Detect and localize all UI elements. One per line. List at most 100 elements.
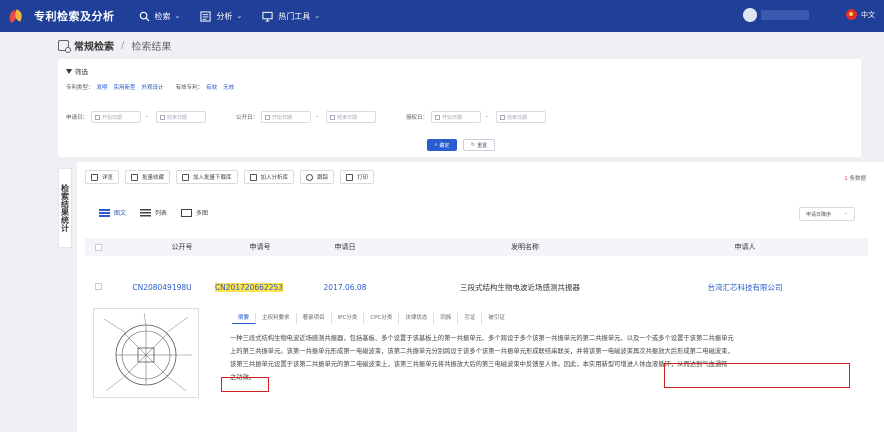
- refresh-icon: ↻: [470, 142, 476, 148]
- patent-drawing-icon: [103, 312, 192, 392]
- view-switcher: 图文 列表 多图: [99, 208, 222, 217]
- sort-select[interactable]: 申请日降序 ⌄: [799, 207, 855, 221]
- logo-icon: [7, 8, 24, 24]
- col-applicant: 申请人: [734, 243, 756, 251]
- pub-date-label: 公开日：: [236, 115, 259, 121]
- add-download-button[interactable]: 加入批量下载库: [176, 170, 238, 184]
- top-bar: 专利检索及分析 检索 ⌄ 分析 ⌄ 热门工具 ⌄ 中文: [0, 0, 884, 32]
- pub-date-start[interactable]: 开始日期: [261, 111, 312, 123]
- valid-no[interactable]: 无效: [223, 83, 234, 91]
- chevron-down-icon: ⌄: [314, 12, 321, 20]
- avatar: [743, 8, 757, 22]
- apply-date-end[interactable]: 结束日期: [156, 111, 207, 123]
- filter-date-row: 申请日： 开始日期 - 结束日期 公开日： 开始日期 - 结束日期 授权日： 开…: [66, 111, 547, 123]
- print-icon: [346, 173, 354, 181]
- abstract-line-2: 上的第三共振单元。该第一共振单元形成第一电磁波束，该第二共振单元分别跨设于该多个…: [230, 348, 734, 355]
- row-pub-no[interactable]: CN208049198U: [127, 283, 197, 292]
- calendar-icon: [500, 114, 506, 120]
- view-list[interactable]: 列表: [140, 208, 167, 217]
- filter-type-row: 专利类型： 发明 实用新型 外观设计 有效专利： 有效 无效: [66, 83, 234, 91]
- abstract-line-1: 一种三段式结构生物电波近场感测共振器，包括基板、多个设置于该基板上的第一共振单元…: [230, 335, 734, 342]
- document-icon: [91, 173, 98, 181]
- sort-label: 申请日降序: [806, 211, 832, 218]
- view-graphic[interactable]: 图文: [99, 208, 126, 217]
- annotation-box: [221, 377, 269, 392]
- search-icon: ⌕: [434, 142, 438, 148]
- row-title[interactable]: 三段式结构生物电波近场感测共振器: [430, 282, 610, 293]
- detail-view-button[interactable]: 详览: [85, 170, 120, 184]
- print-label: 打印: [357, 175, 369, 181]
- row-applicant[interactable]: 台湾汇芯科技有限公司: [690, 282, 800, 293]
- tab-main-claim[interactable]: 主权利要求: [256, 313, 297, 324]
- col-app-no: 申请号: [249, 243, 271, 251]
- pub-date-end[interactable]: 结束日期: [326, 111, 377, 123]
- list-icon: [140, 208, 152, 217]
- row-app-no[interactable]: CN201720662253: [214, 282, 284, 292]
- filter-icon: [66, 68, 72, 74]
- nav-tools-label: 热门工具: [278, 11, 311, 21]
- nav-search-label: 检索: [154, 11, 171, 21]
- pub-date-end-ph: 结束日期: [337, 114, 358, 121]
- grant-date-start[interactable]: 开始日期: [431, 111, 482, 123]
- tab-cited-by[interactable]: 被引证: [482, 313, 511, 324]
- tab-cpc[interactable]: CPC分类: [364, 313, 400, 324]
- grant-date-label: 授权日：: [406, 115, 429, 121]
- language-label: 中文: [861, 10, 875, 19]
- col-title: 发明名称: [511, 243, 539, 251]
- bookmark-icon: [131, 173, 139, 181]
- valid-label: 有效专利：: [175, 85, 204, 91]
- tab-ipc[interactable]: IPC分类: [332, 313, 365, 324]
- date-dash: -: [486, 114, 489, 120]
- monitor-icon: [262, 11, 273, 22]
- grant-date-end[interactable]: 结束日期: [496, 111, 547, 123]
- nav-search[interactable]: 检索 ⌄: [139, 11, 180, 22]
- calendar-icon: [95, 114, 101, 120]
- tab-abstract[interactable]: 摘要: [232, 313, 257, 324]
- select-all-checkbox[interactable]: [95, 243, 102, 251]
- type-invention[interactable]: 发明: [97, 83, 108, 91]
- col-pub-no: 公开号: [171, 243, 193, 251]
- breadcrumb-root[interactable]: 常规检索: [74, 38, 114, 53]
- view-graphic-label: 图文: [114, 210, 127, 217]
- tab-legal-status[interactable]: 法律状态: [399, 313, 435, 324]
- download-icon: [182, 173, 190, 181]
- add-analysis-button[interactable]: 加入分析库: [243, 170, 295, 184]
- type-design[interactable]: 外观设计: [142, 83, 164, 91]
- date-dash: -: [316, 114, 319, 120]
- add-analysis-label: 加入分析库: [260, 175, 289, 181]
- breadcrumb: 常规检索 / 检索结果: [58, 38, 171, 53]
- calendar-icon: [435, 114, 441, 120]
- apply-date-start-ph: 开始日期: [102, 114, 123, 121]
- patent-drawing-thumbnail[interactable]: [93, 308, 199, 398]
- apply-date-start[interactable]: 开始日期: [91, 111, 142, 123]
- grid-icon: [99, 208, 110, 217]
- confirm-button[interactable]: ⌕ 确定: [427, 139, 457, 151]
- chevron-down-icon: ⌄: [843, 210, 848, 216]
- nav-analysis[interactable]: 分析 ⌄: [200, 10, 242, 22]
- tab-bibliographic[interactable]: 著录项目: [297, 313, 332, 324]
- view-multi-image[interactable]: 多图: [181, 208, 208, 217]
- batch-favorite-label: 批量收藏: [142, 175, 165, 181]
- result-count-suffix: 条数据: [849, 176, 866, 182]
- batch-favorite-button[interactable]: 批量收藏: [125, 170, 171, 184]
- row-checkbox[interactable]: [95, 283, 102, 290]
- search-icon: [139, 11, 150, 22]
- result-count: 1 条数据: [844, 174, 866, 182]
- print-button[interactable]: 打印: [340, 170, 375, 184]
- result-stats-tab[interactable]: 检索结果统计: [58, 168, 72, 248]
- search-box-icon: [58, 39, 71, 53]
- user-menu[interactable]: [743, 8, 809, 22]
- add-download-label: 加入批量下载库: [193, 175, 232, 181]
- type-utility[interactable]: 实用新型: [114, 83, 136, 91]
- tab-family[interactable]: 同族: [434, 313, 459, 324]
- track-button[interactable]: 跟踪: [300, 170, 335, 184]
- reset-button[interactable]: ↻ 重置: [463, 139, 495, 151]
- tab-citations[interactable]: 引证: [458, 313, 483, 324]
- valid-yes[interactable]: 有效: [206, 83, 217, 91]
- analysis-icon: [249, 173, 257, 181]
- language-switch[interactable]: 中文: [846, 9, 875, 20]
- track-icon: [306, 173, 314, 181]
- chart-icon: [200, 10, 211, 22]
- flag-icon: [846, 9, 857, 20]
- nav-tools[interactable]: 热门工具 ⌄: [262, 11, 320, 22]
